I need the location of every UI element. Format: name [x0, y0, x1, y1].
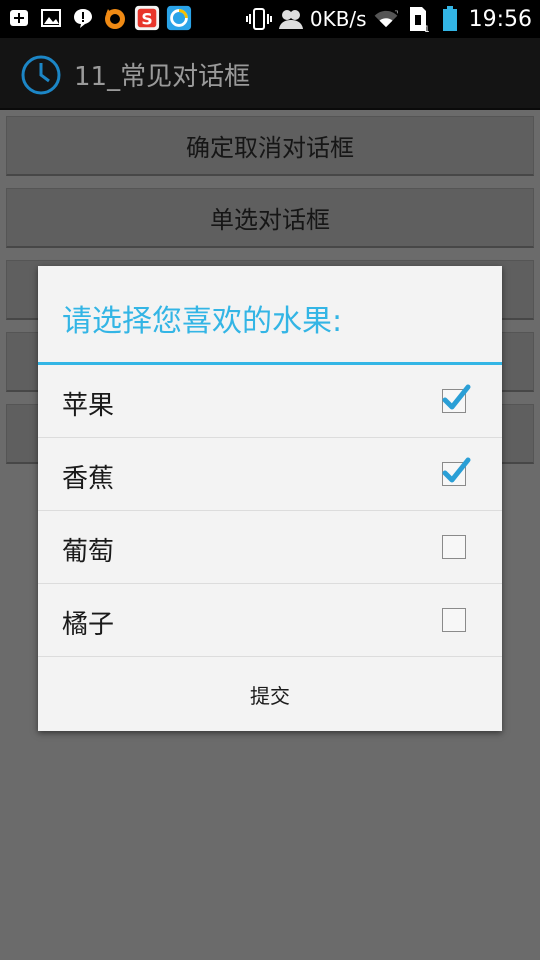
option-row-orange[interactable]: 橘子: [38, 584, 502, 657]
option-label: 橘子: [62, 610, 115, 640]
dialog-title: 请选择您喜欢的水果:: [62, 304, 343, 339]
svg-text:S: S: [141, 10, 152, 29]
action-bar: 11_常见对话框: [0, 38, 540, 110]
single-choice-dialog-button[interactable]: 单选对话框: [6, 188, 534, 248]
uc-browser-icon: [102, 4, 128, 32]
option-row-grape[interactable]: 葡萄: [38, 511, 502, 584]
vibrate-icon: [245, 5, 272, 33]
clock-time: 19:56: [468, 6, 532, 32]
browser-icon: [166, 4, 192, 32]
option-row-apple[interactable]: 苹果: [38, 365, 502, 438]
app-title: 11_常见对话框: [74, 62, 251, 92]
wifi-icon: [373, 5, 399, 33]
checkbox-banana[interactable]: [442, 457, 471, 486]
checkbox-orange[interactable]: [442, 608, 466, 632]
sim-icon: 1: [405, 5, 431, 33]
option-row-banana[interactable]: 香蕉: [38, 438, 502, 511]
clock-icon[interactable]: [20, 54, 62, 96]
sogou-icon: S: [134, 4, 160, 32]
option-label: 葡萄: [62, 537, 115, 567]
svg-text:1: 1: [424, 25, 430, 33]
option-label: 香蕉: [62, 464, 115, 494]
alert-icon: [70, 4, 96, 32]
checkbox-apple[interactable]: [442, 384, 471, 413]
ok-cancel-dialog-button[interactable]: 确定取消对话框: [6, 116, 534, 176]
notification-icons: S: [6, 4, 192, 32]
battery-icon: [437, 5, 463, 33]
add-icon: [6, 4, 32, 32]
button-label: 确定取消对话框: [186, 134, 354, 162]
multi-choice-dialog: 请选择您喜欢的水果: 苹果 香蕉 葡萄 橘子 提交: [38, 266, 502, 731]
image-icon: [38, 4, 64, 32]
system-icons: 0KB/s 1 19:56: [245, 0, 532, 38]
checkbox-grape[interactable]: [442, 535, 466, 559]
network-speed: 0KB/s: [309, 7, 367, 31]
button-label: 单选对话框: [210, 206, 330, 234]
submit-label: 提交: [250, 684, 290, 708]
contacts-icon: [278, 5, 304, 33]
option-label: 苹果: [62, 391, 115, 421]
status-bar: S 0KB/s 1 19:56: [0, 0, 540, 38]
submit-button[interactable]: 提交: [38, 658, 502, 731]
